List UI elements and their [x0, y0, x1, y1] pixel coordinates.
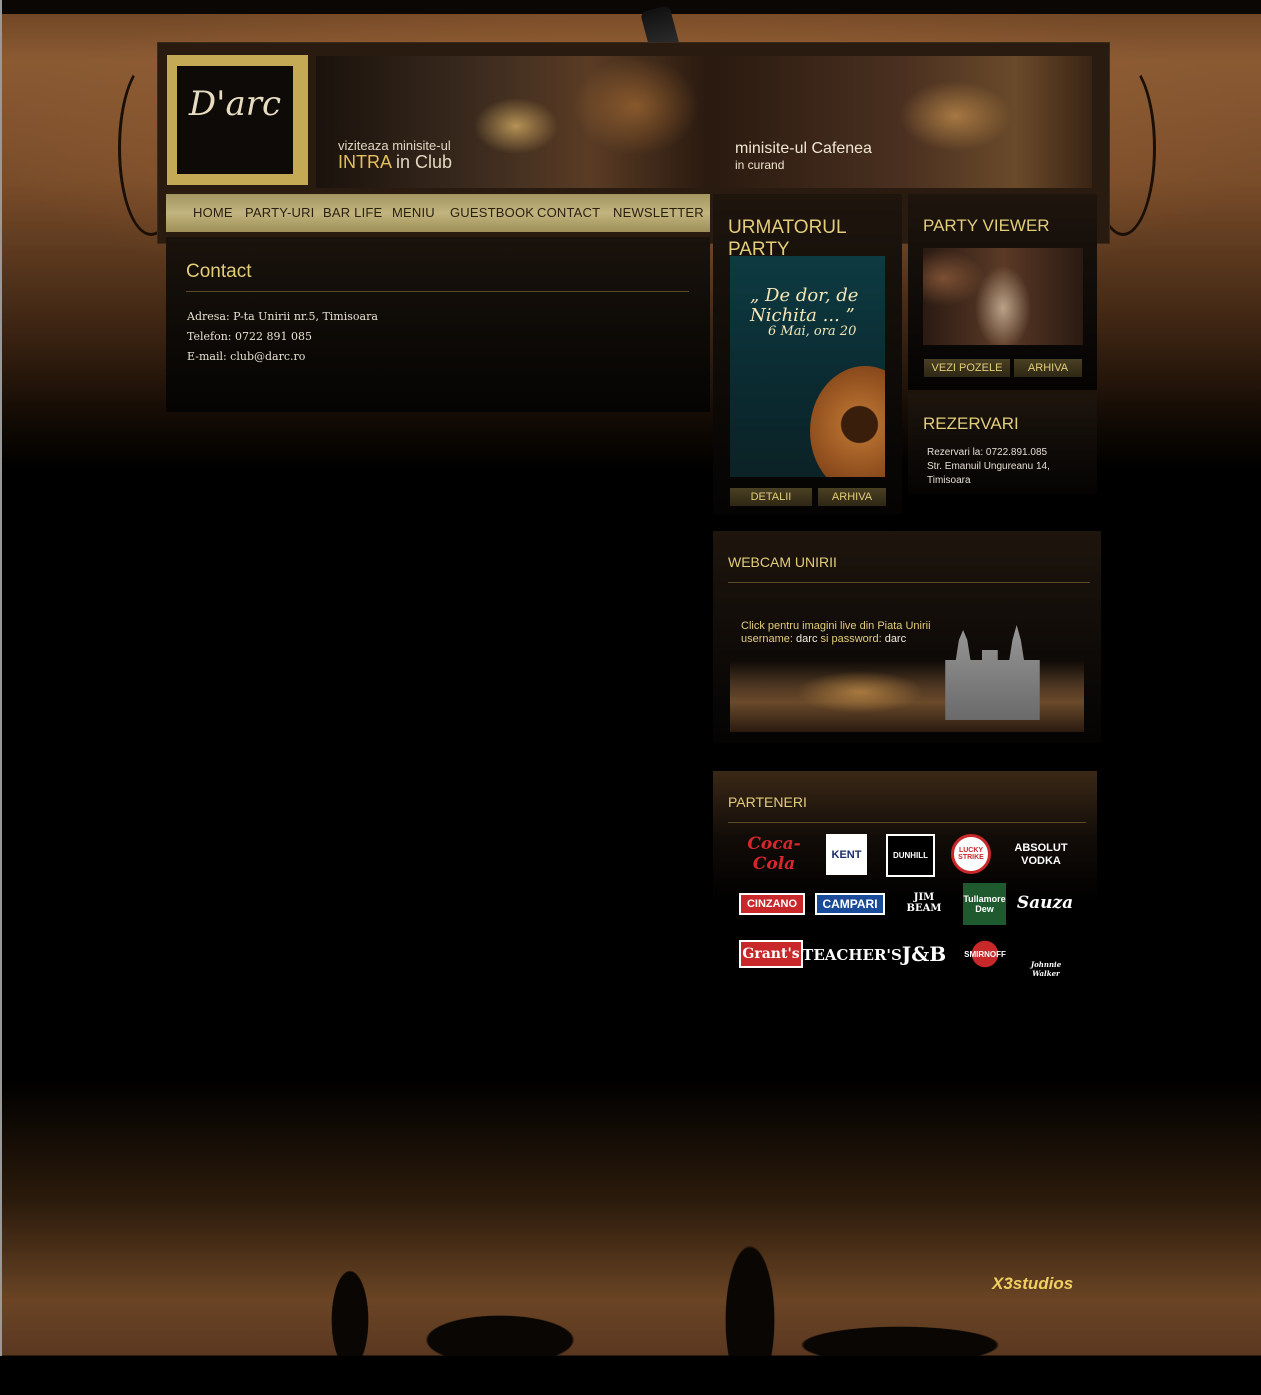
reservations-title: REZERVARI: [923, 414, 1019, 433]
page-title: Contact: [186, 261, 252, 282]
contact-section: Contact Adresa: P-ta Unirii nr.5, Timiso…: [166, 237, 710, 412]
webcam-title: WEBCAM UNIRII: [728, 554, 837, 570]
absolut-logo[interactable]: ABSOLUT VODKA: [1008, 838, 1074, 872]
webcam-instructions[interactable]: Click pentru imagini live din Piata Unir…: [741, 620, 931, 632]
campari-logo[interactable]: CAMPARI: [815, 893, 885, 915]
tullamore-logo[interactable]: Tullamore Dew: [963, 883, 1006, 925]
nav-bar-life[interactable]: BAR LIFE: [323, 205, 382, 220]
nav-newsletter[interactable]: NEWSLETTER: [613, 205, 704, 220]
reservations-phone: Rezervari la: 0722.891.085: [927, 447, 1048, 458]
intra-minisite-banner[interactable]: viziteaza minisite-ul INTRA in Club: [316, 56, 707, 188]
main-nav: HOME PARTY-URI BAR LIFE MENIU GUESTBOOK …: [166, 194, 710, 232]
kent-logo[interactable]: KENT: [826, 834, 867, 875]
nav-contact[interactable]: CONTACT: [537, 205, 600, 220]
nav-home[interactable]: HOME: [193, 205, 233, 220]
intra-rest: in Club: [391, 152, 453, 172]
coca-cola-logo[interactable]: Coca-Cola: [738, 834, 810, 874]
next-party-title: URMATORUL PARTY: [728, 217, 846, 260]
page-background: D'arc viziteaza minisite-ul INTRA in Clu…: [0, 0, 1261, 1395]
webcam-divider: [728, 582, 1090, 583]
party-poster[interactable]: „ De dor, de Nichita ... ” 6 Mai, ora 20: [730, 256, 885, 477]
cafenea-banner-line2: in curand: [735, 158, 785, 172]
jb-logo[interactable]: J&B: [902, 936, 946, 972]
details-button[interactable]: DETALII: [730, 488, 812, 506]
poster-date: 6 Mai, ora 20: [768, 324, 857, 339]
bottom-bar: [0, 1356, 1261, 1395]
nav-guestbook[interactable]: GUESTBOOK: [450, 205, 534, 220]
webcam-credentials: username: darc si password: darc: [741, 633, 906, 645]
cinzano-logo[interactable]: CINZANO: [739, 893, 805, 915]
dunhill-logo[interactable]: DUNHILL: [886, 834, 935, 877]
view-photos-button[interactable]: VEZI POZELE: [924, 359, 1010, 377]
poster-title: „ De dor, de Nichita ... ”: [750, 285, 859, 326]
title-divider: [186, 291, 689, 292]
top-bar: [0, 0, 1261, 14]
guitar-icon: [810, 366, 885, 477]
party-archive-button[interactable]: ARHIVA: [818, 488, 886, 506]
site-logo[interactable]: D'arc: [180, 84, 290, 124]
window-edge: [0, 0, 2, 1395]
username-label: username:: [741, 633, 793, 645]
contact-phone: Telefon: 0722 891 085: [187, 330, 312, 343]
nav-meniu[interactable]: MENIU: [392, 205, 435, 220]
grants-logo[interactable]: Grant's: [739, 940, 803, 968]
johnnie-walker-logo[interactable]: Johnnie Walker: [1024, 928, 1068, 978]
party-viewer-title: PARTY VIEWER: [923, 216, 1050, 235]
party-photo[interactable]: [923, 248, 1083, 345]
contact-address: Adresa: P-ta Unirii nr.5, Timisoara: [187, 310, 378, 323]
password-label: si password:: [820, 633, 882, 645]
smirnoff-logo[interactable]: SMIRNOFF: [957, 938, 1013, 970]
intra-banner-line2: INTRA in Club: [338, 152, 452, 173]
x3-studios-logo[interactable]: X3studios: [992, 1274, 1073, 1294]
partners-divider: [728, 822, 1086, 823]
intra-highlight: INTRA: [338, 152, 392, 172]
reservations-city: Timisoara: [927, 475, 971, 486]
username-value: darc: [792, 633, 821, 645]
contact-email[interactable]: E-mail: club@darc.ro: [187, 350, 305, 363]
password-value: darc: [881, 633, 907, 645]
jim-beam-logo[interactable]: JIM BEAM: [898, 884, 950, 922]
nav-party-uri[interactable]: PARTY-URI: [245, 205, 314, 220]
cafenea-minisite-banner[interactable]: minisite-ul Cafenea in curand: [715, 56, 1092, 188]
sauza-logo[interactable]: Sauza: [1016, 885, 1074, 921]
partners-title: PARTENERI: [728, 794, 807, 810]
reservations-street: Str. Emanuil Ungureanu 14,: [927, 461, 1050, 472]
cafenea-banner-line1: minisite-ul Cafenea: [735, 140, 872, 157]
lucky-strike-logo[interactable]: LUCKY STRIKE: [951, 834, 991, 874]
footer-foliage-icon: [200, 1160, 1040, 1356]
teachers-logo[interactable]: TEACHER'S: [802, 940, 902, 970]
viewer-archive-button[interactable]: ARHIVA: [1014, 359, 1082, 377]
intra-banner-line1: viziteaza minisite-ul: [338, 138, 451, 153]
